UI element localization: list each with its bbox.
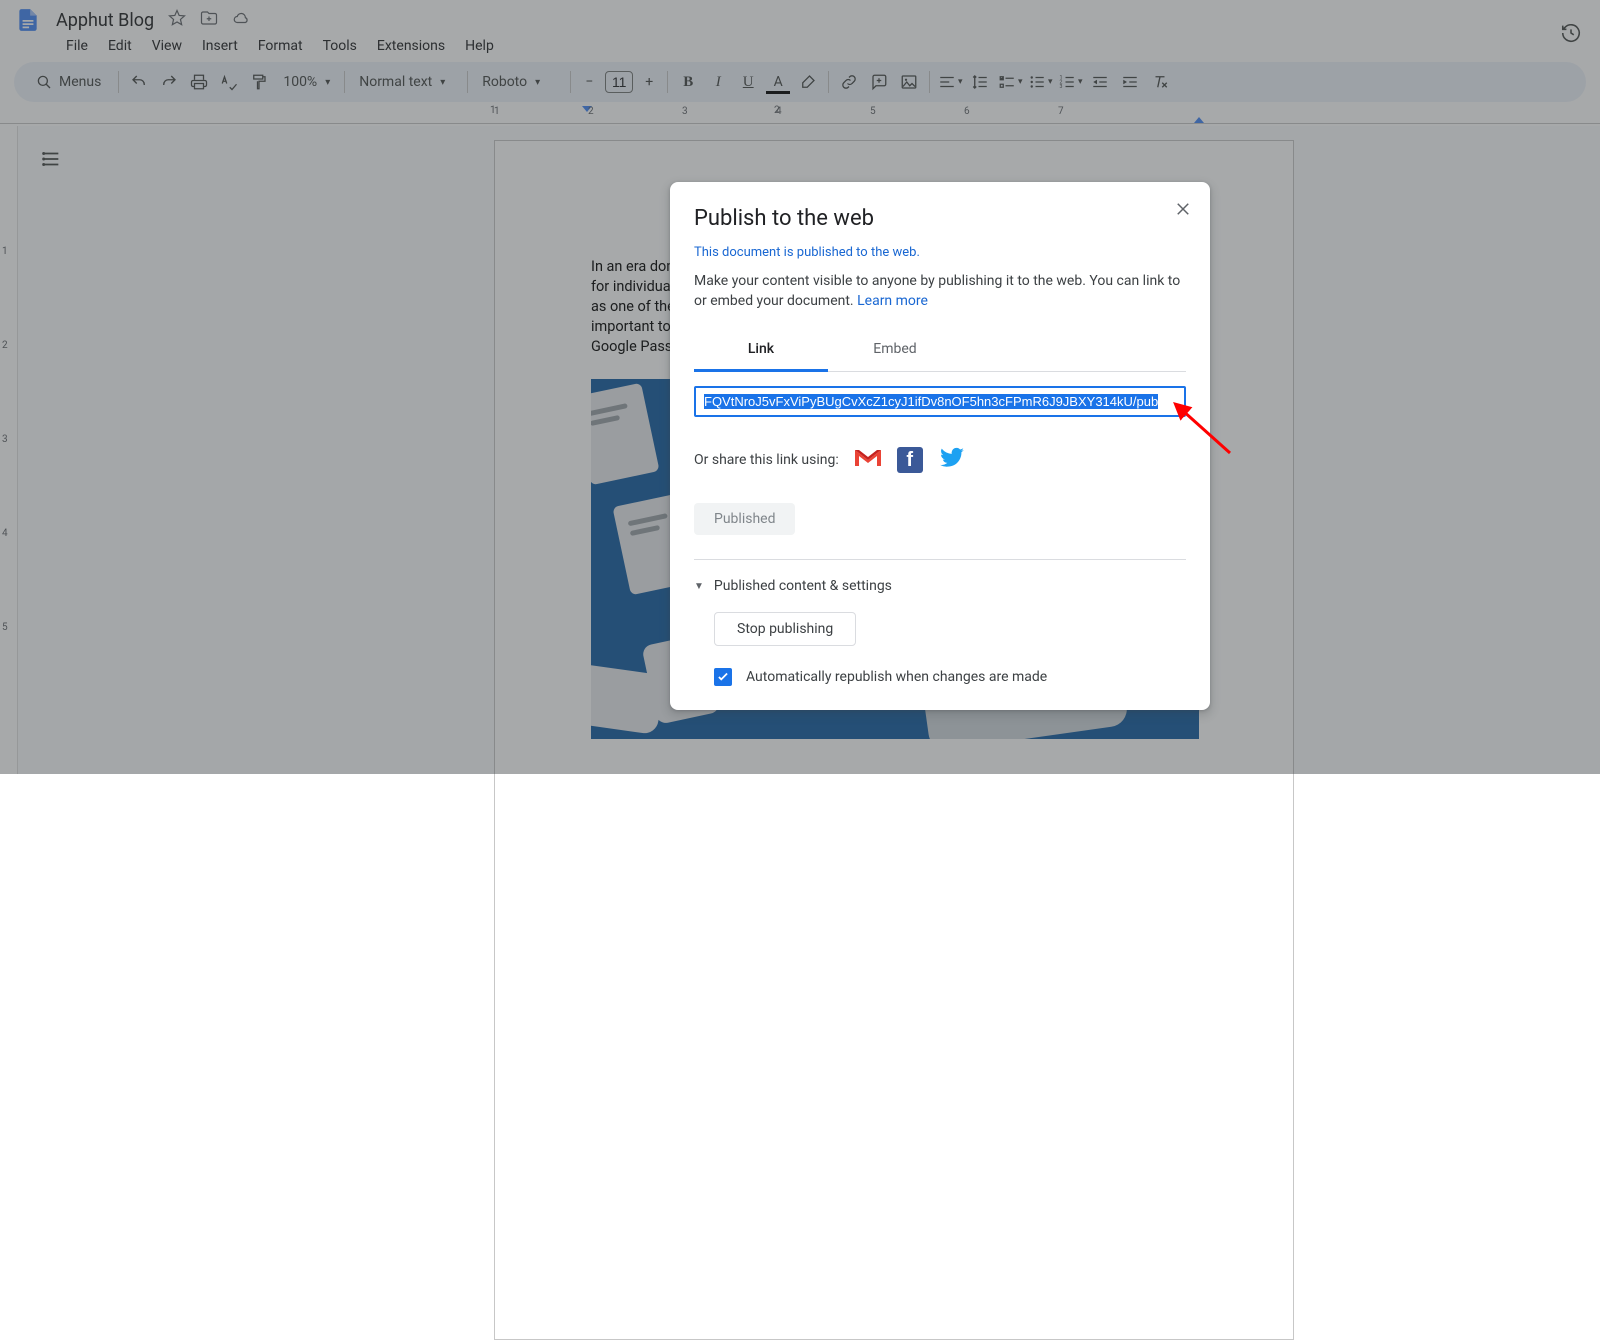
facebook-icon[interactable]: f [897,447,923,473]
publish-modal: Publish to the web This document is publ… [670,182,1210,710]
gmail-icon[interactable] [853,447,883,473]
tab-embed[interactable]: Embed [828,331,962,371]
modal-title: Publish to the web [694,206,1186,231]
close-icon[interactable] [1174,200,1192,222]
auto-republish-checkbox[interactable] [714,668,732,686]
twitter-icon[interactable] [937,445,967,475]
modal-tabs: Link Embed [694,331,1186,372]
published-url-text: FQVtNroJ5vFxViPyBUgCvXcZ1cyJ1ifDv8nOF5hn… [704,394,1158,409]
published-url-input[interactable]: FQVtNroJ5vFxViPyBUgCvXcZ1cyJ1ifDv8nOF5hn… [694,386,1186,417]
published-settings-toggle[interactable]: ▼ Published content & settings [694,578,1186,594]
chevron-down-icon: ▼ [694,581,704,592]
tab-link[interactable]: Link [694,331,828,372]
stop-publishing-button[interactable]: Stop publishing [714,612,856,646]
published-button[interactable]: Published [694,503,795,535]
auto-republish-label: Automatically republish when changes are… [746,669,1047,685]
share-label: Or share this link using: [694,452,839,468]
modal-description: Make your content visible to anyone by p… [694,272,1186,311]
published-note: This document is published to the web. [694,245,1186,260]
learn-more-link[interactable]: Learn more [857,293,928,309]
